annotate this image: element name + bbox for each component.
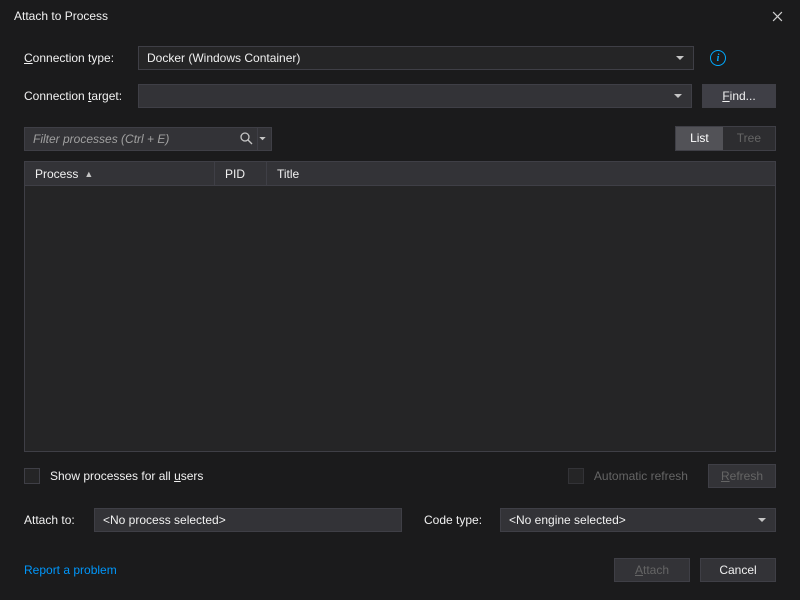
- show-all-users-label: Show processes for all users: [50, 469, 203, 483]
- connection-target-dropdown[interactable]: [138, 84, 692, 108]
- tree-toggle[interactable]: Tree: [723, 127, 775, 150]
- close-button[interactable]: [760, 4, 794, 28]
- cancel-button[interactable]: Cancel: [700, 558, 776, 582]
- automatic-refresh-label: Automatic refresh: [594, 469, 688, 483]
- column-header-pid[interactable]: PID: [215, 162, 267, 185]
- sort-asc-icon: ▲: [84, 169, 93, 179]
- code-type-value: <No engine selected>: [509, 513, 755, 527]
- search-icon: [237, 132, 255, 145]
- chevron-down-icon: [673, 56, 687, 61]
- dialog-title: Attach to Process: [14, 9, 108, 23]
- connection-target-label: Connection target:: [24, 89, 128, 103]
- filter-input-wrap[interactable]: [24, 127, 272, 151]
- code-type-dropdown[interactable]: <No engine selected>: [500, 508, 776, 532]
- view-toggle-group: List Tree: [675, 126, 776, 151]
- process-grid: Process ▲ PID Title: [24, 161, 776, 452]
- column-header-process[interactable]: Process ▲: [25, 162, 215, 185]
- chevron-down-icon: [671, 94, 685, 99]
- grid-body[interactable]: [25, 186, 775, 451]
- attach-to-label: Attach to:: [24, 513, 84, 527]
- connection-type-value: Docker (Windows Container): [147, 51, 673, 65]
- list-toggle[interactable]: List: [676, 127, 723, 150]
- connection-type-dropdown[interactable]: Docker (Windows Container): [138, 46, 694, 70]
- automatic-refresh-checkbox: [568, 468, 584, 484]
- attach-to-process-dialog: Attach to Process Connection type: Docke…: [0, 0, 800, 600]
- chevron-down-icon: [755, 518, 769, 523]
- connection-type-label: Connection type:: [24, 51, 128, 65]
- column-process-label: Process: [35, 167, 78, 181]
- close-icon: [772, 11, 783, 22]
- column-header-title[interactable]: Title: [267, 162, 775, 185]
- show-all-users-checkbox[interactable]: [24, 468, 40, 484]
- filter-input[interactable]: [33, 132, 237, 146]
- info-icon[interactable]: i: [710, 50, 726, 66]
- attach-to-field: <No process selected>: [94, 508, 402, 532]
- grid-header: Process ▲ PID Title: [25, 162, 775, 186]
- report-problem-link[interactable]: Report a problem: [24, 563, 117, 577]
- titlebar: Attach to Process: [0, 0, 800, 32]
- attach-button: Attach: [614, 558, 690, 582]
- filter-split-arrow[interactable]: [257, 128, 267, 150]
- refresh-button: Refresh: [708, 464, 776, 488]
- find-button[interactable]: Find...: [702, 84, 776, 108]
- code-type-label: Code type:: [424, 513, 490, 527]
